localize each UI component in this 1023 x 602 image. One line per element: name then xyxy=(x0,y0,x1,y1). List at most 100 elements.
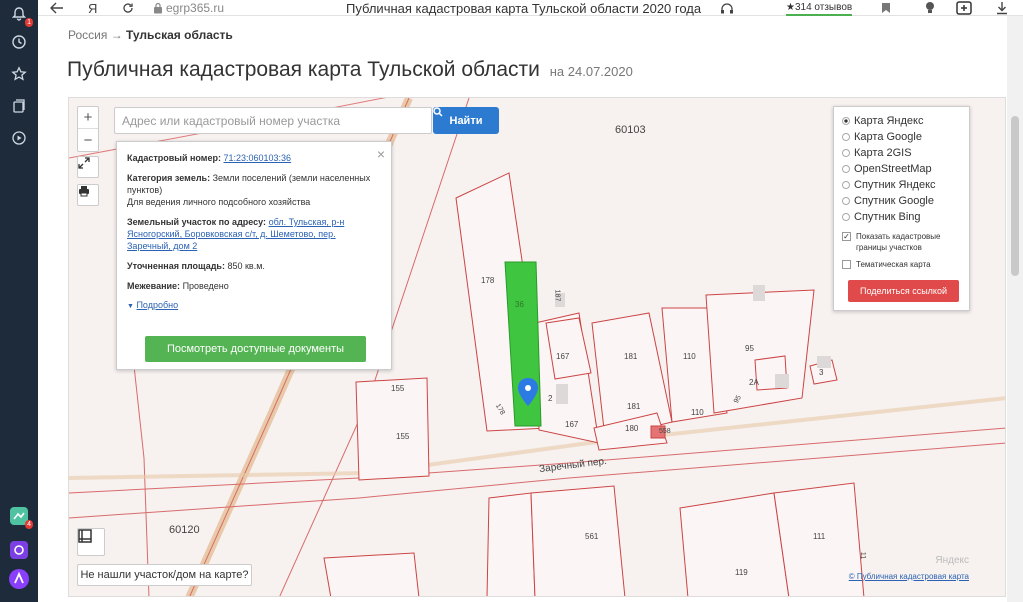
layer-label: Спутник Bing xyxy=(854,211,921,223)
radio-selected-icon[interactable] xyxy=(842,117,850,125)
cadastral-map[interactable]: 60103 60120 Заречный пер. 178 36 187 167… xyxy=(68,97,1006,597)
copyright-link[interactable]: © Публичная кадастровая карта xyxy=(849,572,969,581)
view-documents-button[interactable]: Посмотреть доступные документы xyxy=(145,336,366,362)
headphones-icon[interactable] xyxy=(720,0,734,16)
layer-label: OpenStreetMap xyxy=(854,163,932,175)
plot-label: 95 xyxy=(745,344,754,353)
browser-sidebar: 1 4 xyxy=(0,0,38,602)
zoom-control: + − xyxy=(77,106,99,152)
zoom-out-button[interactable]: − xyxy=(78,129,98,151)
bookmark-flag-icon[interactable] xyxy=(881,0,891,16)
show-borders-option[interactable]: ✓ Показать кадастровые границы участков xyxy=(842,231,961,253)
tab-title: Публичная кадастровая карта Тульской обл… xyxy=(346,0,702,16)
survey-row: Межевание: Проведено xyxy=(127,280,381,292)
map-legend-toggle[interactable] xyxy=(77,528,105,556)
messenger-app-icon[interactable]: 4 xyxy=(7,504,33,529)
show-borders-label: Показать кадастровые границы участков xyxy=(856,232,941,252)
plot-label: 3 xyxy=(819,368,824,377)
collections-icon[interactable] xyxy=(7,94,31,118)
reviews-badge[interactable]: ★314 отзывов xyxy=(786,0,853,16)
plot-label: 561 xyxy=(585,532,599,541)
breadcrumb-arrow: → xyxy=(110,28,123,42)
plot-label: 111 xyxy=(813,532,826,541)
breadcrumb: Россия → Тульская область xyxy=(68,28,233,42)
lock-icon xyxy=(153,0,163,16)
plot-label: 187 xyxy=(553,289,561,302)
not-found-button[interactable]: Не нашли участок/дом на карте? xyxy=(77,564,252,586)
checkbox-checked-icon[interactable]: ✓ xyxy=(842,232,851,241)
area-value: 850 кв.м. xyxy=(227,261,265,271)
breadcrumb-root[interactable]: Россия xyxy=(68,28,107,42)
plot-label: 558 xyxy=(659,428,671,435)
radio-icon[interactable] xyxy=(842,213,850,221)
details-link[interactable]: Подробно xyxy=(136,300,178,310)
layer-option[interactable]: Спутник Bing xyxy=(842,209,961,225)
plot-label: 110 xyxy=(691,408,704,417)
notifications-icon[interactable]: 1 xyxy=(7,2,33,27)
details-toggle[interactable]: ▼ Подробно xyxy=(127,300,381,310)
layer-option[interactable]: Спутник Google xyxy=(842,193,961,209)
close-icon[interactable]: × xyxy=(377,146,385,162)
thematic-map-option[interactable]: Тематическая карта xyxy=(842,259,961,270)
land-use-value: Для ведения личного подсобного хозяйства xyxy=(127,197,311,207)
fullscreen-icon[interactable] xyxy=(77,156,99,178)
yandex-home-button[interactable]: Я xyxy=(88,0,97,16)
plot-label: 119 xyxy=(735,568,748,577)
survey-label: Межевание: xyxy=(127,281,181,291)
app-badge: 4 xyxy=(25,520,33,529)
land-category-label: Категория земель: xyxy=(127,173,211,183)
radio-icon[interactable] xyxy=(842,133,850,141)
radio-icon[interactable] xyxy=(842,197,850,205)
radio-icon[interactable] xyxy=(842,165,850,173)
layer-label: Спутник Яндекс xyxy=(854,179,936,191)
alice-assistant-icon[interactable] xyxy=(7,567,31,591)
zone-label: 60103 xyxy=(615,124,646,136)
area-row: Уточненная площадь: 850 кв.м. xyxy=(127,260,381,272)
radio-icon[interactable] xyxy=(842,181,850,189)
address-bar[interactable]: egrp365.ru xyxy=(166,0,224,16)
plot-label: 110 xyxy=(683,352,696,361)
cadastral-number-link[interactable]: 71:23:060103:36 xyxy=(223,153,291,163)
plot-label: 155 xyxy=(396,432,410,441)
media-play-icon[interactable] xyxy=(7,126,31,150)
layer-label: Спутник Google xyxy=(854,195,934,207)
bookmarks-star-icon[interactable] xyxy=(7,62,31,86)
plot-label: 2А xyxy=(749,378,759,387)
page-title-text: Публичная кадастровая карта Тульской обл… xyxy=(67,58,540,81)
layer-option[interactable]: OpenStreetMap xyxy=(842,161,961,177)
lightbulb-icon[interactable] xyxy=(924,0,936,16)
search-input[interactable]: Адрес или кадастровый номер участка xyxy=(114,107,432,134)
yandex-watermark: Яндекс xyxy=(935,555,969,566)
layer-option[interactable]: Карта Яндекс xyxy=(842,113,961,129)
radio-icon[interactable] xyxy=(842,149,850,157)
extensions-icon[interactable] xyxy=(956,0,972,16)
reload-icon[interactable] xyxy=(122,0,134,16)
scrollbar-thumb[interactable] xyxy=(1011,116,1019,276)
checkbox-icon[interactable] xyxy=(842,260,851,269)
purple-app-icon[interactable] xyxy=(7,538,31,562)
search-icon xyxy=(433,107,443,117)
survey-value: Проведено xyxy=(182,281,229,291)
back-arrow-icon[interactable] xyxy=(50,0,64,16)
print-icon[interactable] xyxy=(77,184,99,206)
legend-icon xyxy=(78,529,92,543)
zoom-in-button[interactable]: + xyxy=(78,107,98,129)
page-scrollbar[interactable] xyxy=(1007,16,1023,602)
layer-option[interactable]: Карта 2GIS xyxy=(842,145,961,161)
layer-option[interactable]: Спутник Яндекс xyxy=(842,177,961,193)
layer-label: Карта 2GIS xyxy=(854,147,912,159)
downloads-icon[interactable] xyxy=(996,0,1008,16)
plot-label: 155 xyxy=(391,384,405,393)
layer-label: Карта Google xyxy=(854,131,922,143)
history-icon[interactable] xyxy=(7,30,31,54)
browser-toolbar: Я egrp365.ru Публичная кадастровая карта… xyxy=(38,0,1023,16)
share-link-button[interactable]: Поделиться ссылкой xyxy=(848,280,959,302)
layer-option[interactable]: Карта Google xyxy=(842,129,961,145)
map-layers-panel: Карта Яндекс Карта Google Карта 2GIS Ope… xyxy=(833,106,970,311)
parcel-info-panel: × Кадастровый номер: 71:23:060103:36 Кат… xyxy=(116,141,392,370)
page-title-date: на 24.07.2020 xyxy=(549,64,633,79)
caret-down-icon: ▼ xyxy=(127,303,134,310)
address-label: Земельный участок по адресу: xyxy=(127,217,267,227)
land-category-row: Категория земель: Земли поселений (земли… xyxy=(127,172,381,208)
search-button[interactable]: Найти xyxy=(433,107,499,134)
